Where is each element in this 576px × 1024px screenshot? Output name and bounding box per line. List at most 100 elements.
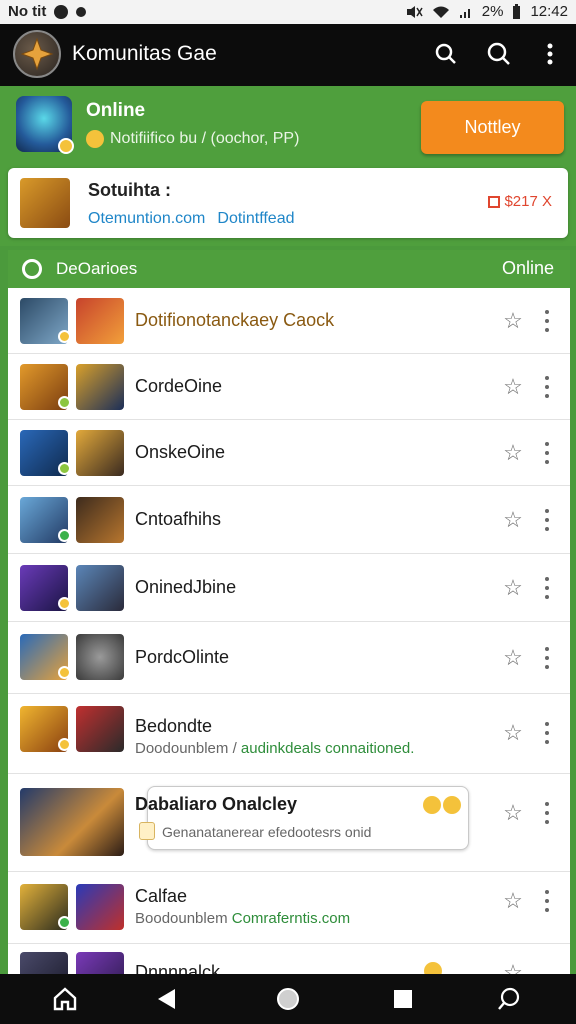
- subtitle-text: Doodounblem /: [135, 740, 237, 757]
- list-header-status[interactable]: Online: [502, 258, 554, 279]
- emoji-icon: [443, 796, 461, 814]
- assistant-button[interactable]: [494, 984, 524, 1014]
- game-thumbnail: [76, 298, 124, 344]
- search-button-secondary[interactable]: [483, 38, 515, 70]
- list-item[interactable]: CordeOine ☆: [8, 354, 570, 420]
- status-left-text: No tit: [8, 3, 47, 20]
- badge-icon: [58, 396, 71, 409]
- info-link-2[interactable]: Dotintffead: [217, 210, 294, 228]
- list-item[interactable]: OninedJbine ☆: [8, 554, 570, 622]
- chat-icon: [139, 822, 155, 840]
- subtitle-highlight[interactable]: audinkdeals connaitioned.: [241, 740, 414, 757]
- recents-button[interactable]: [388, 984, 418, 1014]
- status-right: 2% 12:42: [405, 3, 568, 20]
- game-thumbnail: [76, 706, 124, 752]
- home-circle-button[interactable]: [273, 984, 303, 1014]
- list-item[interactable]: PordcOlinte ☆: [8, 622, 570, 694]
- recents-icon: [394, 990, 412, 1008]
- search-icon: [487, 42, 510, 65]
- star-icon[interactable]: ☆: [502, 442, 524, 464]
- star-icon[interactable]: ☆: [502, 722, 524, 744]
- app-screen: No tit 2% 12:42 Komunitas Gae Online Not…: [0, 0, 576, 1024]
- subtitle-text: Boodounblem: [135, 910, 228, 927]
- info-link-1[interactable]: Otemuntion.com: [88, 210, 205, 228]
- more-vert-icon[interactable]: [543, 442, 551, 464]
- info-price-text: $217 X: [504, 193, 552, 210]
- search-icon: [498, 987, 520, 1010]
- more-vert-icon[interactable]: [543, 310, 551, 332]
- list-item-title: Dotifionotanckaey Caock: [135, 310, 335, 330]
- chrome-icon: [22, 259, 42, 279]
- promo-subtitle-row: Notifiifico bu / (oochor, PP): [86, 130, 299, 148]
- subtitle-link[interactable]: Comraferntis.com: [232, 910, 350, 927]
- list-item[interactable]: Dotifionotanckaey Caock ☆: [8, 288, 570, 354]
- list-item[interactable]: Calfae Boodounblem Comraferntis.com ☆: [8, 872, 570, 944]
- badge-icon: [58, 916, 71, 929]
- star-icon[interactable]: ☆: [502, 577, 524, 599]
- info-links: Otemuntion.com Dotintffead: [88, 210, 294, 228]
- more-vert-icon[interactable]: [543, 722, 551, 744]
- list-item[interactable]: OnskeOine ☆: [8, 420, 570, 486]
- star-icon[interactable]: ☆: [502, 509, 524, 531]
- info-card[interactable]: Sotuihta : Otemuntion.com Dotintffead $2…: [8, 168, 568, 238]
- game-banner-thumbnail: [20, 788, 124, 856]
- badge-icon: [58, 738, 71, 751]
- app-logo[interactable]: [13, 30, 61, 78]
- promo-title: Online: [86, 100, 146, 121]
- more-vert-icon[interactable]: [543, 376, 551, 398]
- more-vert-icon[interactable]: [543, 509, 551, 531]
- star-icon[interactable]: ☆: [502, 376, 524, 398]
- list-item[interactable]: Cntoafhihs ☆: [8, 486, 570, 554]
- list-item-title: CordeOine: [135, 376, 223, 396]
- star-icon[interactable]: ☆: [502, 890, 524, 912]
- list-item-title: Bedondte: [135, 716, 213, 736]
- more-vert-icon[interactable]: [543, 647, 551, 669]
- back-icon: [158, 989, 175, 1009]
- list-item-subtitle: Genanatanerear efedootesrs onid: [162, 824, 372, 840]
- status-bar: No tit 2% 12:42: [0, 0, 576, 24]
- emoji-icon: [86, 130, 104, 148]
- battery-percent: 2%: [481, 3, 504, 20]
- more-vert-icon[interactable]: [543, 577, 551, 599]
- game-thumbnail: [76, 884, 124, 930]
- emoji-icon: [423, 796, 441, 814]
- list-item-title: Dabaliaro Onalcley: [135, 794, 298, 814]
- list-item[interactable]: Bedondte Doodounblem / audinkdeals conna…: [8, 694, 570, 774]
- more-vert-icon[interactable]: [543, 890, 551, 912]
- list-item[interactable]: Dabaliaro Onalcley Genanatanerear efedoo…: [8, 774, 570, 872]
- back-button[interactable]: [151, 984, 181, 1014]
- overflow-menu-button[interactable]: [534, 38, 566, 70]
- app-bar: Komunitas Gae: [0, 24, 576, 86]
- list-item-title: Cntoafhihs: [135, 509, 222, 529]
- wifi-icon: [432, 6, 449, 18]
- more-vert-icon[interactable]: [543, 802, 551, 824]
- info-price: $217 X: [488, 193, 552, 210]
- home-button[interactable]: [50, 984, 80, 1014]
- list-item-subtitle: Boodounblem Comraferntis.com: [135, 910, 350, 927]
- emoji-pair: [423, 796, 461, 814]
- notify-button[interactable]: Nottley: [421, 101, 564, 154]
- list-header: DeOarioes Online: [8, 250, 570, 288]
- game-thumbnail: [76, 430, 124, 476]
- search-button[interactable]: [430, 38, 462, 70]
- list-item-title: OnskeOine: [135, 442, 226, 462]
- list-item-title: OninedJbine: [135, 577, 237, 597]
- star-logo-icon: [20, 37, 54, 71]
- location-icon: [76, 6, 87, 17]
- badge-icon: [58, 330, 71, 343]
- tag-icon: [488, 195, 501, 208]
- info-thumbnail: [20, 178, 70, 228]
- badge-icon: [58, 666, 71, 679]
- star-icon[interactable]: ☆: [502, 310, 524, 332]
- game-list-panel: DeOarioes Online Dotifionotanckaey Caock…: [8, 250, 570, 980]
- status-left: No tit: [8, 3, 87, 20]
- game-thumbnail: [76, 497, 124, 543]
- star-icon[interactable]: ☆: [502, 647, 524, 669]
- battery-icon: [513, 3, 521, 19]
- info-title: Sotuihta :: [88, 180, 171, 200]
- circle-home-icon: [277, 988, 299, 1010]
- promo-badge-icon: [58, 138, 74, 154]
- search-icon: [435, 43, 456, 64]
- status-time: 12:42: [530, 3, 568, 20]
- star-icon[interactable]: ☆: [502, 802, 524, 824]
